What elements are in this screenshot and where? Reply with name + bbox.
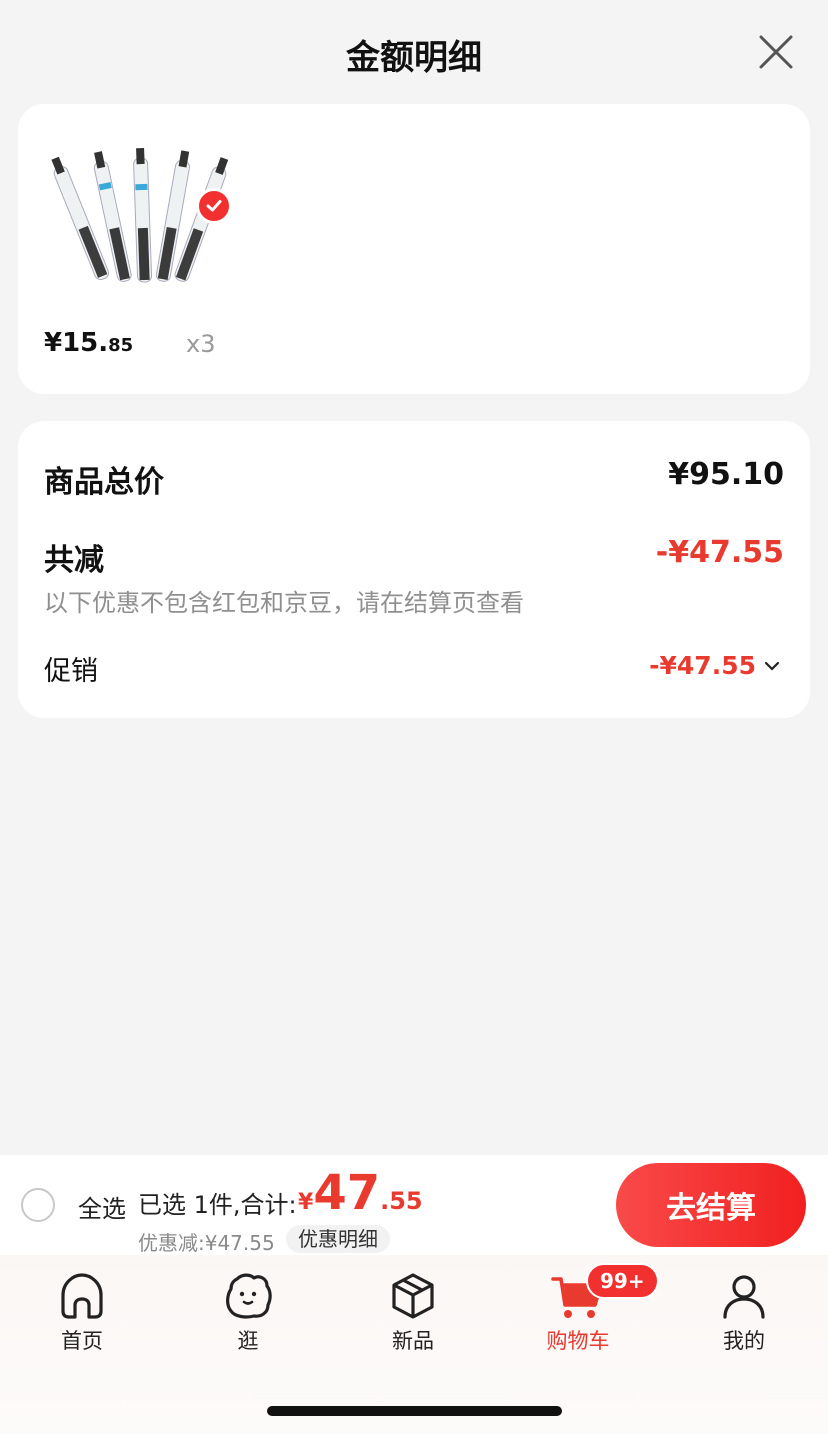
promotion-value: -¥47.55: [649, 651, 756, 680]
product-card: ¥15.85 x3: [18, 104, 810, 394]
price-summary-card: 商品总价 ¥95.10 共减 -¥47.55 以下优惠不包含红包和京豆，请在结算…: [18, 421, 810, 718]
sheet-header: 金额明细: [0, 0, 828, 104]
promotion-label: 促销: [44, 656, 98, 687]
selected-check-icon[interactable]: [196, 188, 232, 224]
cart-count-badge: 99+: [586, 1263, 659, 1299]
product-quantity: x3: [186, 330, 216, 358]
discount-detail-button[interactable]: 优惠明细: [286, 1225, 390, 1253]
tab-mine-label: 我的: [723, 1329, 765, 1353]
home-indicator: [267, 1406, 562, 1416]
promotion-toggle[interactable]: -¥47.55: [649, 651, 780, 680]
product-price: ¥15.85: [44, 328, 133, 358]
total-int: 47: [313, 1165, 381, 1221]
tab-home[interactable]: 首页: [22, 1269, 142, 1359]
user-icon: [723, 1275, 765, 1319]
checkout-bar: 全选 已选 1件,合计: ¥47.55 优惠减:¥47.55 优惠明细 去结算: [0, 1155, 828, 1255]
goods-total-label: 商品总价: [44, 465, 164, 500]
tab-browse[interactable]: 逛: [188, 1269, 308, 1359]
checkout-button[interactable]: 去结算: [616, 1163, 806, 1247]
close-icon: [759, 35, 793, 69]
pens-image: [51, 147, 229, 283]
home-icon: [61, 1273, 103, 1319]
tab-cart-label: 购物车: [546, 1329, 610, 1353]
discount-note: 以下优惠不包含红包和京豆，请在结算页查看: [44, 589, 524, 617]
total-decimal: .55: [380, 1187, 423, 1215]
select-all-label[interactable]: 全选: [78, 1189, 126, 1224]
total-reduction-value: -¥47.55: [655, 535, 784, 570]
total-yen: ¥: [298, 1190, 314, 1215]
product-image[interactable]: [46, 142, 232, 412]
total-reduction-label: 共减: [44, 543, 104, 578]
discount-amount-text: 优惠减:¥47.55: [138, 1231, 275, 1255]
page-title: 金额明细: [346, 38, 482, 78]
tab-browse-label: 逛: [237, 1329, 259, 1353]
checkout-total-price: ¥47.55: [298, 1165, 423, 1221]
tab-new[interactable]: 新品: [353, 1269, 473, 1359]
tab-new-label: 新品: [392, 1329, 434, 1353]
box-icon: [392, 1273, 434, 1319]
tab-cart[interactable]: 99+ 购物车: [518, 1263, 659, 1359]
product-price-int: ¥15.: [44, 328, 109, 358]
chevron-down-icon: [764, 661, 780, 671]
select-all-checkbox[interactable]: [21, 1188, 55, 1222]
close-button[interactable]: [758, 34, 794, 70]
goods-total-value: ¥95.10: [668, 457, 784, 492]
tab-home-label: 首页: [61, 1329, 103, 1353]
browse-icon: [226, 1273, 272, 1319]
selected-count-text: 已选 1件,合计:: [138, 1191, 297, 1219]
tab-mine[interactable]: 我的: [684, 1269, 804, 1359]
product-price-decimal: 85: [108, 335, 134, 356]
